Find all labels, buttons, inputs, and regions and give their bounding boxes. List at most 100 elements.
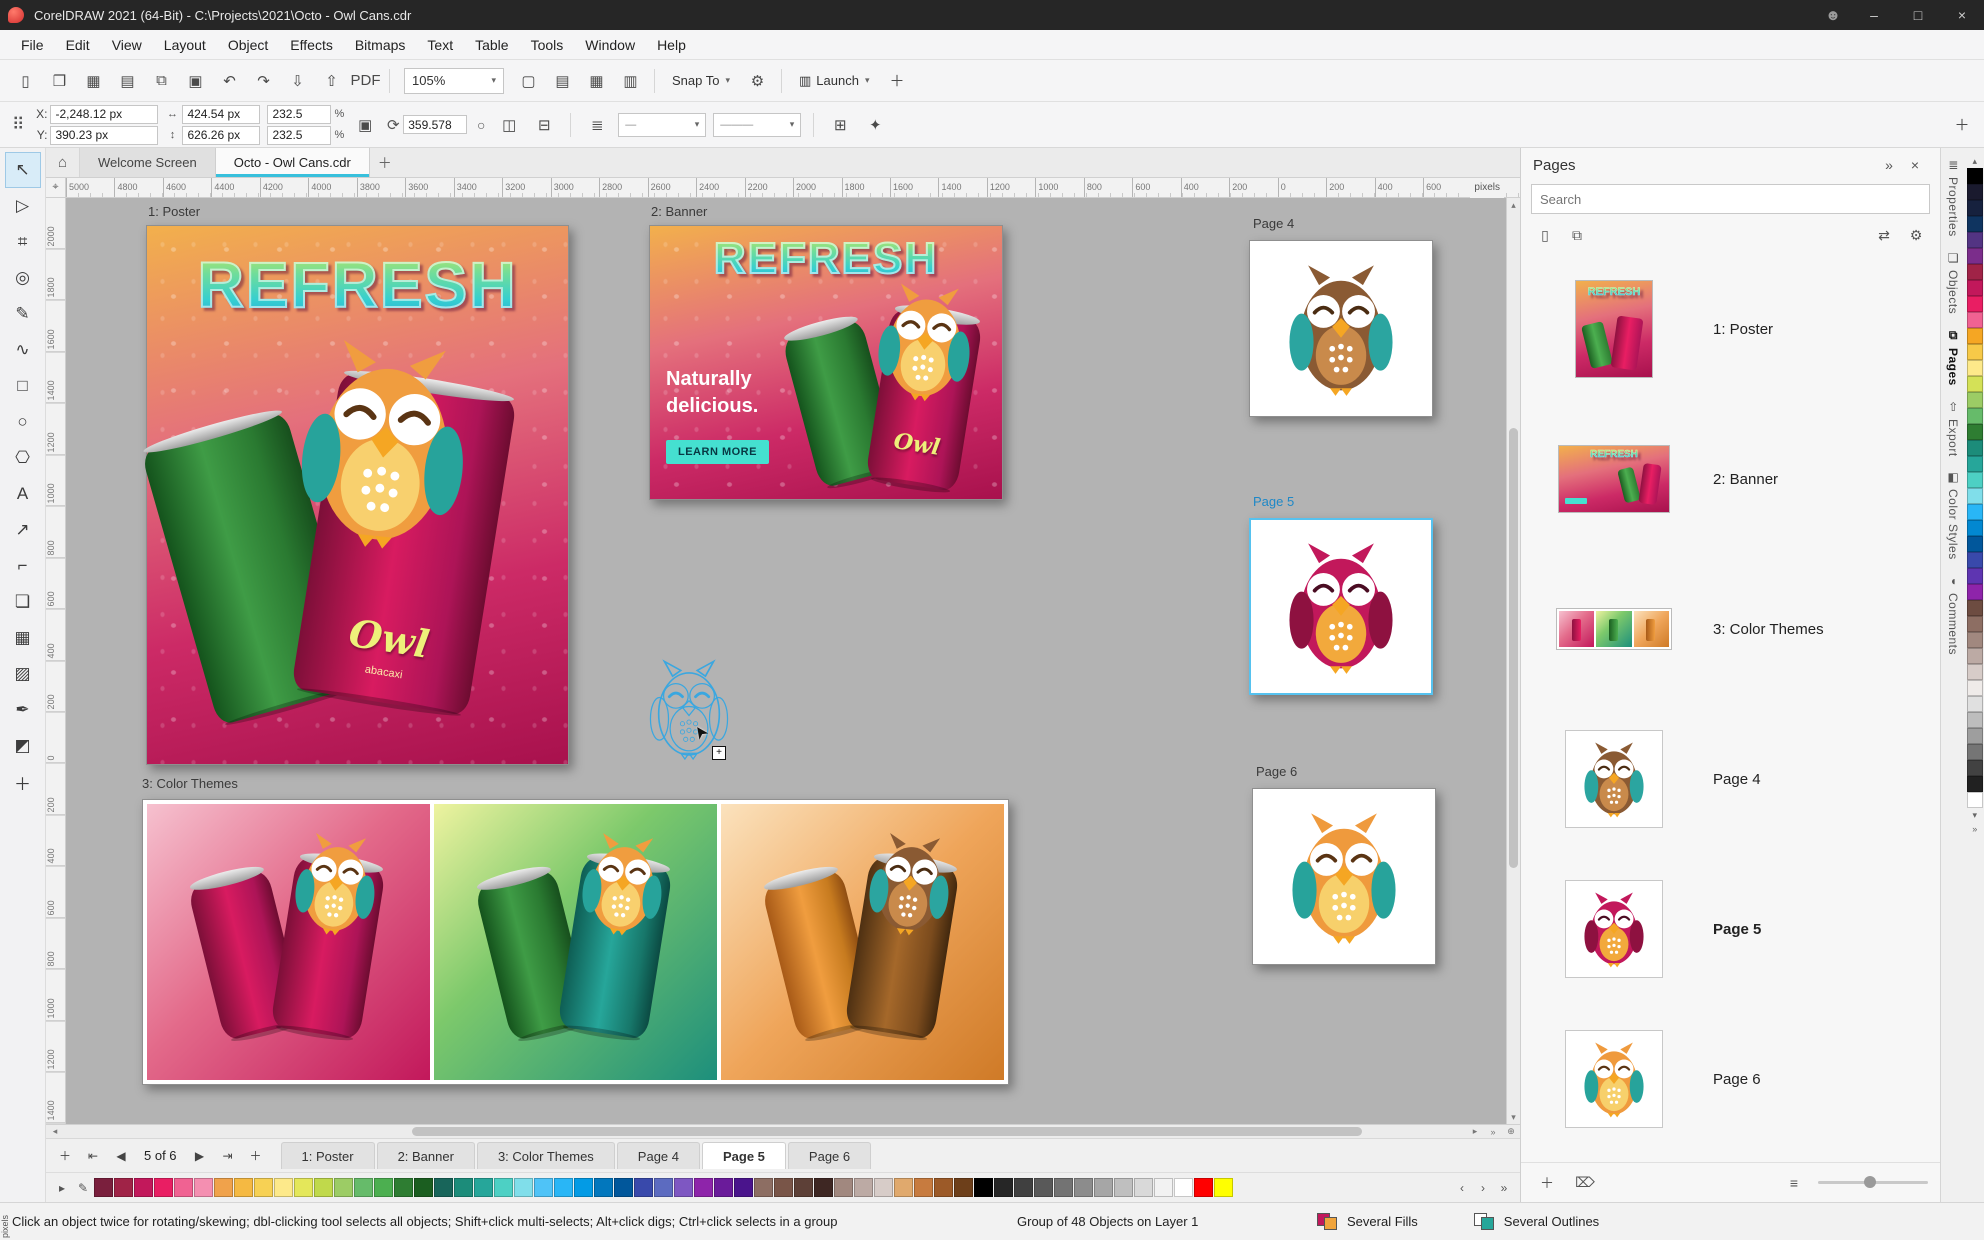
object-position-grid-icon[interactable]: ⠿	[8, 115, 26, 135]
docker-tab[interactable]: ◖ Comments	[1946, 574, 1960, 655]
palette-swatch[interactable]	[634, 1178, 653, 1197]
page5-thumbnail-card-selected[interactable]	[1249, 518, 1433, 695]
palette-swatch[interactable]	[574, 1178, 593, 1197]
palette-swatch[interactable]	[1966, 216, 1983, 232]
eyedropper-tool[interactable]: ✒	[5, 692, 41, 728]
page-tab[interactable]: 2: Banner	[376, 1142, 475, 1169]
mirror-horizontal-button[interactable]: ◫	[495, 111, 523, 139]
show-guidelines-button[interactable]: ▥	[615, 65, 646, 96]
object-width-field[interactable]	[182, 104, 261, 124]
menu-item[interactable]: Bitmaps	[344, 32, 417, 58]
palette-swatch[interactable]	[1966, 648, 1983, 664]
menu-item[interactable]: Object	[217, 32, 279, 58]
print-button[interactable]: ▤	[112, 65, 143, 96]
palette-swatch[interactable]	[1966, 488, 1983, 504]
palette-swatch[interactable]	[874, 1178, 893, 1197]
pages-settings-gear-icon[interactable]: ⚙	[1902, 222, 1930, 248]
add-page-button[interactable]: ＋	[52, 1143, 78, 1169]
mesh-fill-tool[interactable]: ▦	[5, 620, 41, 656]
menu-item[interactable]: File	[10, 32, 55, 58]
theme-panel-green[interactable]	[434, 804, 717, 1080]
pick-tool[interactable]: ↖	[4, 152, 41, 188]
page-tab[interactable]: Page 6	[787, 1142, 872, 1169]
horizontal-scroll-thumb[interactable]	[412, 1127, 1362, 1136]
palette-swatch[interactable]	[1966, 472, 1983, 488]
interactive-fill-tool[interactable]: ◩	[5, 728, 41, 764]
palette-swatch[interactable]	[734, 1178, 753, 1197]
effects-button[interactable]: ✦	[861, 111, 889, 139]
page-thumbnail[interactable]: REFRESH	[1558, 445, 1670, 513]
vertical-scrollbar[interactable]: ▴ ▾	[1506, 198, 1520, 1124]
mirror-vertical-button[interactable]: ⊟	[530, 111, 558, 139]
palette-swatch[interactable]	[174, 1178, 193, 1197]
page-tab[interactable]: 1: Poster	[280, 1142, 375, 1169]
palette-swatch[interactable]	[914, 1178, 933, 1197]
theme-panel-orange[interactable]	[721, 804, 1004, 1080]
page-thumbnail[interactable]: REFRESH	[1575, 280, 1653, 378]
text-tool[interactable]: A	[5, 476, 41, 512]
palette-swatch[interactable]	[1094, 1178, 1113, 1197]
palette-swatch[interactable]	[1966, 760, 1983, 776]
palette-swatch[interactable]	[1966, 296, 1983, 312]
palette-swatch[interactable]	[1966, 456, 1983, 472]
customize-toolbar-button[interactable]: ＋	[881, 65, 912, 96]
menu-item[interactable]: Window	[574, 32, 646, 58]
palette-swatch[interactable]	[1966, 680, 1983, 696]
page6-thumbnail-card[interactable]	[1252, 788, 1436, 965]
palette-swatch[interactable]	[814, 1178, 833, 1197]
menu-item[interactable]: View	[101, 32, 153, 58]
palette-swatch[interactable]	[674, 1178, 693, 1197]
palette-more-icon[interactable]: »	[1972, 822, 1977, 836]
page-row-label[interactable]: Page 5	[1713, 921, 1761, 938]
palette-swatch[interactable]	[474, 1178, 493, 1197]
object-y-field[interactable]	[50, 125, 159, 145]
next-page-button[interactable]: ▶	[187, 1143, 213, 1169]
tab-welcome-screen[interactable]: Welcome Screen	[80, 148, 216, 177]
thumbnail-size-slider[interactable]	[1818, 1176, 1928, 1188]
palette-scroll-right-icon[interactable]: ›	[1473, 1178, 1493, 1198]
palette-swatch[interactable]	[1966, 520, 1983, 536]
learn-more-button[interactable]: LEARN MORE	[666, 440, 769, 464]
show-grid-button[interactable]: ▦	[581, 65, 612, 96]
palette-swatch[interactable]	[1966, 280, 1983, 296]
export-button[interactable]: ⇧	[316, 65, 347, 96]
outline-width-select[interactable]: — ▾	[618, 112, 707, 137]
page-row-label[interactable]: 3: Color Themes	[1713, 621, 1824, 638]
dimension-tool[interactable]: ↗	[5, 512, 41, 548]
account-icon[interactable]: ☻	[1814, 0, 1852, 30]
palette-swatch[interactable]	[274, 1178, 293, 1197]
open-document-button[interactable]: ❒	[44, 65, 75, 96]
minimize-button[interactable]: –	[1852, 0, 1896, 30]
add-tool-button[interactable]: ＋	[5, 764, 41, 800]
page-thumbnail[interactable]	[1565, 1030, 1663, 1128]
palette-swatch[interactable]	[974, 1178, 993, 1197]
palette-swatch[interactable]	[1134, 1178, 1153, 1197]
import-button[interactable]: ⇩	[282, 65, 313, 96]
palette-swatch[interactable]	[1114, 1178, 1133, 1197]
menu-item[interactable]: Text	[416, 32, 464, 58]
palette-swatch[interactable]	[1966, 744, 1983, 760]
palette-swatch[interactable]	[834, 1178, 853, 1197]
scroll-left-icon[interactable]: ◂	[46, 1125, 64, 1139]
pages-row-poster[interactable]: REFRESH 1: Poster	[1521, 254, 1940, 404]
palette-swatch[interactable]	[1214, 1178, 1233, 1197]
palette-swatch[interactable]	[1034, 1178, 1053, 1197]
palette-swatch[interactable]	[354, 1178, 373, 1197]
page-thumbnail[interactable]	[1565, 730, 1663, 828]
page-row-label[interactable]: 1: Poster	[1713, 321, 1773, 338]
palette-swatch[interactable]	[334, 1178, 353, 1197]
sync-pages-icon[interactable]: ⇄	[1870, 222, 1898, 248]
palette-swatch[interactable]	[114, 1178, 133, 1197]
palette-swatch[interactable]	[534, 1178, 553, 1197]
zoom-tool[interactable]: ◎	[5, 260, 41, 296]
palette-swatch[interactable]	[1966, 584, 1983, 600]
scroll-up-icon[interactable]: ▴	[1507, 198, 1520, 212]
docker-tab[interactable]: ◧ Color Styles	[1946, 470, 1960, 560]
palette-swatch[interactable]	[614, 1178, 633, 1197]
object-height-field[interactable]	[182, 125, 261, 145]
vertical-scroll-thumb[interactable]	[1509, 428, 1518, 868]
palette-swatch[interactable]	[314, 1178, 333, 1197]
search-input[interactable]	[1540, 191, 1921, 207]
palette-swatch[interactable]	[1966, 168, 1983, 184]
palette-swatch[interactable]	[1014, 1178, 1033, 1197]
